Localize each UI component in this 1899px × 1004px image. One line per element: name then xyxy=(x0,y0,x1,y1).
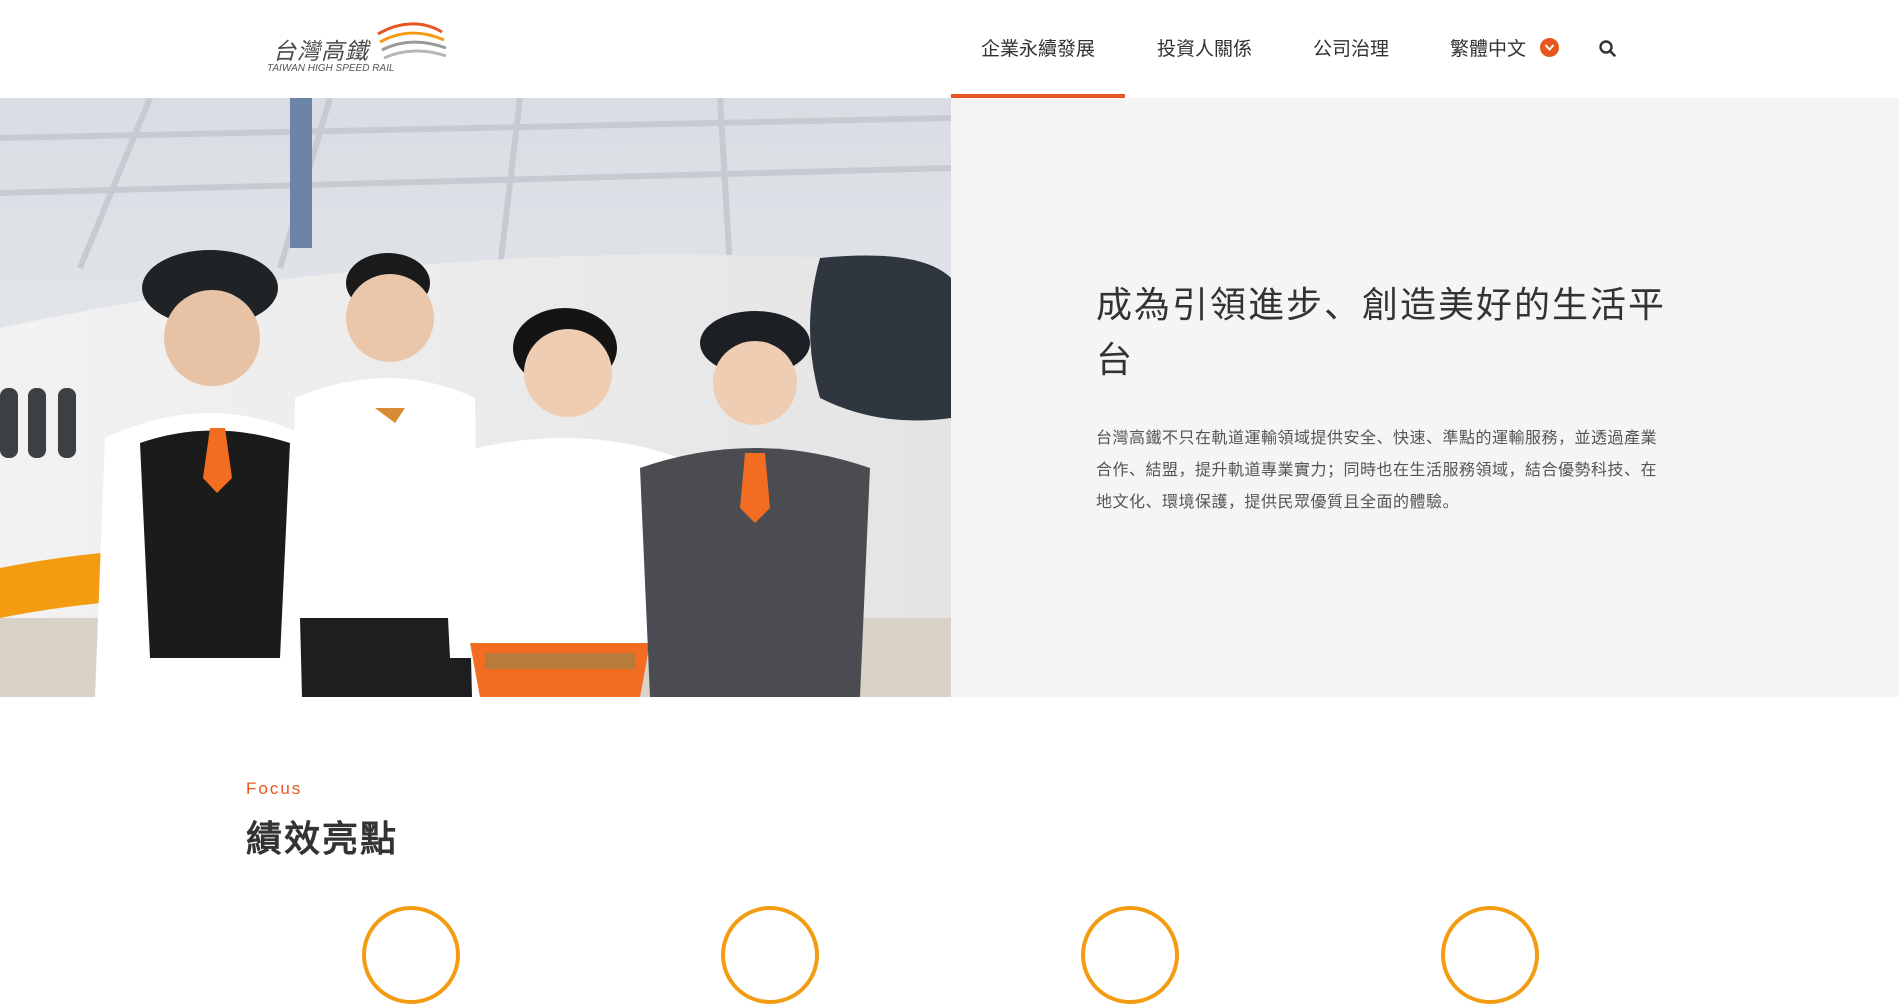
focus-kicker: Focus xyxy=(246,779,303,798)
highlight-icon-1[interactable] xyxy=(362,906,460,1004)
nav-item-corporate-governance[interactable]: 公司治理 xyxy=(1313,0,1389,98)
nav-item-label: 公司治理 xyxy=(1313,38,1390,60)
site-header: 台灣高鐵 TAIWAN HIGH SPEED RAIL 企業永續發展 投資人關係… xyxy=(0,0,1899,98)
search-icon[interactable] xyxy=(1598,39,1618,59)
staff-photo xyxy=(0,98,951,697)
hero-section: 成為引領進步、創造美好的生活平台 台灣高鐵不只在軌道運輸領域提供安全、快速、準點… xyxy=(0,98,1899,697)
chevron-down-icon xyxy=(1540,38,1560,57)
nav-item-label: 企業永續發展 xyxy=(981,38,1096,60)
nav-item-investor-relations[interactable]: 投資人關係 xyxy=(1157,0,1252,98)
hero-description: 台灣高鐵不只在軌道運輸領域提供安全、快速、準點的運輸服務，並透過產業合作、結盟，… xyxy=(1096,428,1658,511)
hero-text-block: 成為引領進步、創造美好的生活平台 台灣高鐵不只在軌道運輸領域提供安全、快速、準點… xyxy=(1096,278,1666,518)
highlight-icon-4[interactable] xyxy=(1441,906,1539,1004)
nav-item-label: 投資人關係 xyxy=(1157,38,1253,60)
logo[interactable]: 台灣高鐵 TAIWAN HIGH SPEED RAIL xyxy=(265,18,447,78)
nav-item-sustainability[interactable]: 企業永續發展 xyxy=(950,0,1126,98)
focus-section-title: 績效亮點 xyxy=(246,819,399,860)
highlight-icon-3[interactable] xyxy=(1081,906,1179,1004)
highlight-icon-2[interactable] xyxy=(721,906,819,1004)
logo-swoosh-icon xyxy=(377,22,447,60)
hero-title: 成為引領進步、創造美好的生活平台 xyxy=(1096,285,1667,381)
language-label: 繁體中文 xyxy=(1450,38,1527,60)
language-selector[interactable]: 繁體中文 xyxy=(1450,0,1560,98)
logo-chinese-text: 台灣高鐵 xyxy=(273,39,369,65)
